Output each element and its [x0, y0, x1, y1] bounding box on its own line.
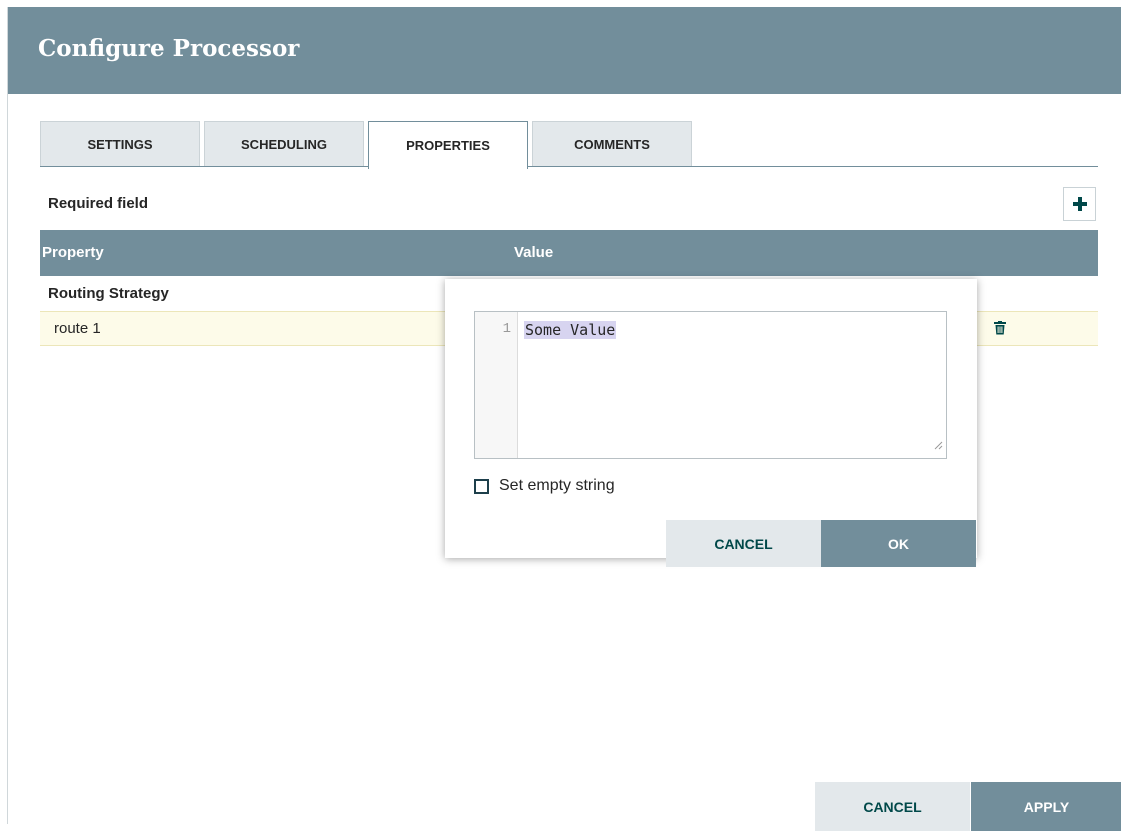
- tab-scheduling[interactable]: SCHEDULING: [204, 121, 364, 167]
- property-name: route 1: [54, 320, 101, 337]
- configure-processor-dialog: Configure Processor SETTINGS SCHEDULING …: [7, 7, 1121, 831]
- column-header-property: Property: [42, 244, 104, 261]
- editor-cancel-button[interactable]: CANCEL: [666, 520, 821, 567]
- column-header-value: Value: [514, 244, 554, 261]
- set-empty-string-label: Set empty string: [499, 477, 615, 494]
- dialog-header: Configure Processor: [8, 7, 1121, 94]
- property-group-label: Routing Strategy: [48, 285, 169, 302]
- value-editor-popup: 1 Some Value Set empty string CANCEL OK: [445, 279, 977, 567]
- editor-ok-button[interactable]: OK: [821, 520, 976, 567]
- required-field-label: Required field: [48, 195, 149, 212]
- tab-settings[interactable]: SETTINGS: [40, 121, 200, 167]
- line-number-gutter: 1: [475, 312, 518, 458]
- tab-properties[interactable]: PROPERTIES: [368, 121, 528, 169]
- dialog-title: Configure Processor: [38, 35, 300, 62]
- properties-table-header: Property Value: [40, 230, 1098, 276]
- resize-handle-icon[interactable]: [934, 437, 943, 455]
- set-empty-string-option[interactable]: Set empty string: [474, 477, 615, 495]
- value-editor[interactable]: 1 Some Value: [474, 311, 947, 459]
- tab-comments[interactable]: COMMENTS: [532, 121, 692, 167]
- editor-value-text[interactable]: Some Value: [524, 321, 617, 339]
- plus-icon: [1072, 197, 1087, 211]
- trash-icon[interactable]: [994, 321, 1006, 340]
- tab-underline: [40, 166, 1098, 167]
- add-property-button[interactable]: [1063, 187, 1096, 221]
- line-number: 1: [502, 321, 511, 337]
- set-empty-string-checkbox[interactable]: [474, 478, 489, 494]
